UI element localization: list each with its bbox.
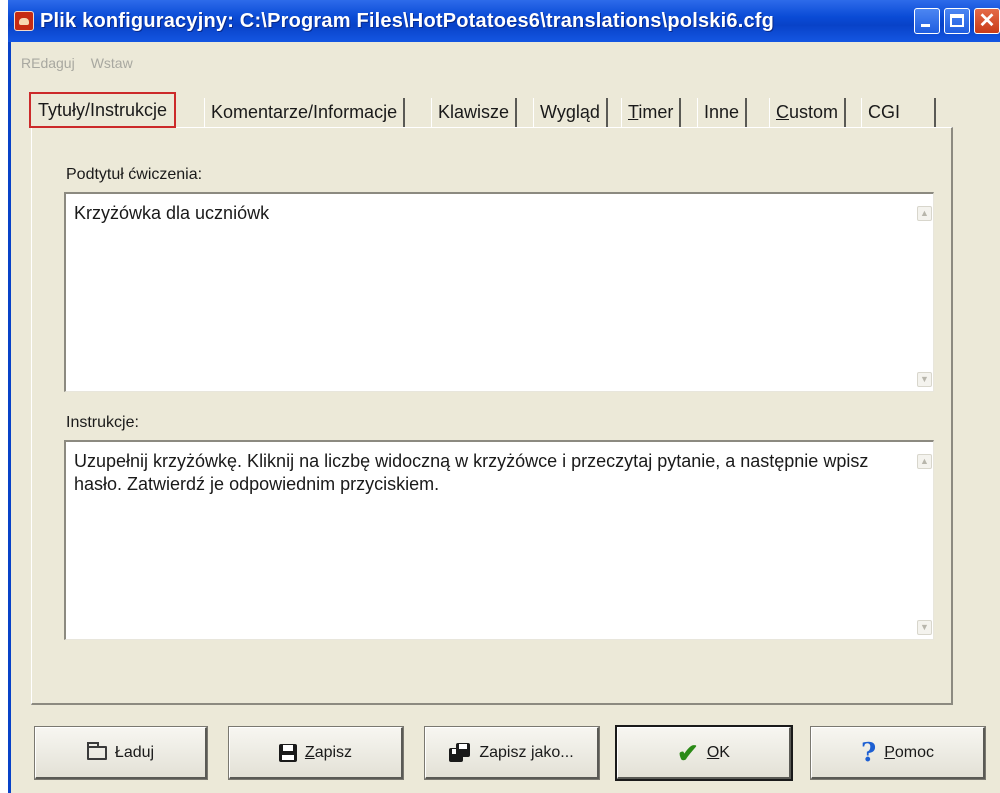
title-bar[interactable]: Plik konfiguracyjny: C:\Program Files\Ho… [8,0,1000,42]
tab-wyglad[interactable]: Wygląd [533,98,608,128]
save-label-post: apisz [314,743,353,761]
ok-label-post: K [719,743,730,761]
tab-custom[interactable]: Custom [769,98,847,128]
tab-tytuly-instrukcje[interactable]: Tytuły/Instrukcje [29,92,177,128]
help-icon: ? [860,737,877,768]
tab-timer-post: imer [638,102,674,122]
tab-komentarze-informacje[interactable]: Komentarze/Informacje [204,98,406,128]
hot-potatoes-app-icon[interactable] [14,11,34,31]
scroll-up-icon[interactable]: ▲ [917,206,932,221]
tab-inne[interactable]: Inne [697,98,748,128]
save-as-label-pre: Zapisz [479,743,531,761]
menu-item-redaguj[interactable]: REdaguj [19,55,77,71]
floppy-disks-icon [449,742,471,763]
subtitle-input[interactable]: Krzyżówka dla uczniówk ▲ ▼ [64,192,934,392]
menu-item-wstaw[interactable]: Wstaw [89,55,135,71]
instructions-scrollbar[interactable]: ▲ ▼ [915,442,933,639]
tab-timer-accel: T [628,102,639,122]
instructions-label: Instrukcje: [66,414,139,431]
ok-button-label: OK [707,744,730,762]
tab-strip: Tytuły/Instrukcje Komentarze/Informacje … [29,92,954,128]
tab-cgi[interactable]: CGI [861,98,936,128]
save-as-button[interactable]: Zapisz jako... [424,726,600,780]
tab-custom-post: ustom [789,102,839,122]
config-window: Plik konfiguracyjny: C:\Program Files\Ho… [8,0,1000,793]
floppy-disk-icon [278,743,297,762]
subtitle-input-value: Krzyżówka dla uczniówk [74,203,270,223]
load-button-label: Ładuj [114,743,155,761]
tab-timer[interactable]: Timer [621,98,682,128]
tab-panel: Podtytuł ćwiczenia: Krzyżówka dla ucznió… [31,127,953,705]
checkmark-icon: ✔ [677,737,699,768]
menu-bar: REdaguj Wstaw [19,55,135,71]
minimize-button[interactable] [914,8,940,34]
maximize-icon [950,14,964,27]
ok-button[interactable]: ✔ OK [615,725,793,781]
help-button-label: Pomoc [884,744,934,762]
tab-custom-accel: C [776,102,789,122]
save-button[interactable]: Zapisz [228,726,404,780]
tab-klawisze[interactable]: Klawisze [431,98,518,128]
window-title: Plik konfiguracyjny: C:\Program Files\Ho… [40,9,775,32]
help-label-post: omoc [894,743,935,761]
minimize-icon [921,24,930,27]
close-button[interactable]: ✕ [974,8,1000,34]
save-button-label: Zapisz [305,744,352,762]
save-label-accel: Z [304,743,315,761]
scroll-down-icon[interactable]: ▼ [917,620,932,635]
subtitle-scrollbar[interactable]: ▲ ▼ [915,194,933,391]
scroll-down-icon[interactable]: ▼ [917,372,932,387]
folder-open-icon [86,741,107,760]
ok-label-accel: O [706,743,720,761]
save-as-label-post: ako... [534,743,574,761]
save-as-button-label: Zapisz jako... [479,744,573,762]
instructions-input-value: Uzupełnij krzyżówkę. Kliknij na liczbę w… [74,451,869,494]
scroll-up-icon[interactable]: ▲ [917,454,932,469]
instructions-input[interactable]: Uzupełnij krzyżówkę. Kliknij na liczbę w… [64,440,934,640]
help-button[interactable]: ? Pomoc [810,726,986,780]
load-button[interactable]: Ładuj [34,726,208,780]
help-label-accel: P [884,743,895,761]
close-icon: ✕ [978,10,996,32]
subtitle-label: Podtytuł ćwiczenia: [66,166,203,183]
maximize-button[interactable] [944,8,970,34]
